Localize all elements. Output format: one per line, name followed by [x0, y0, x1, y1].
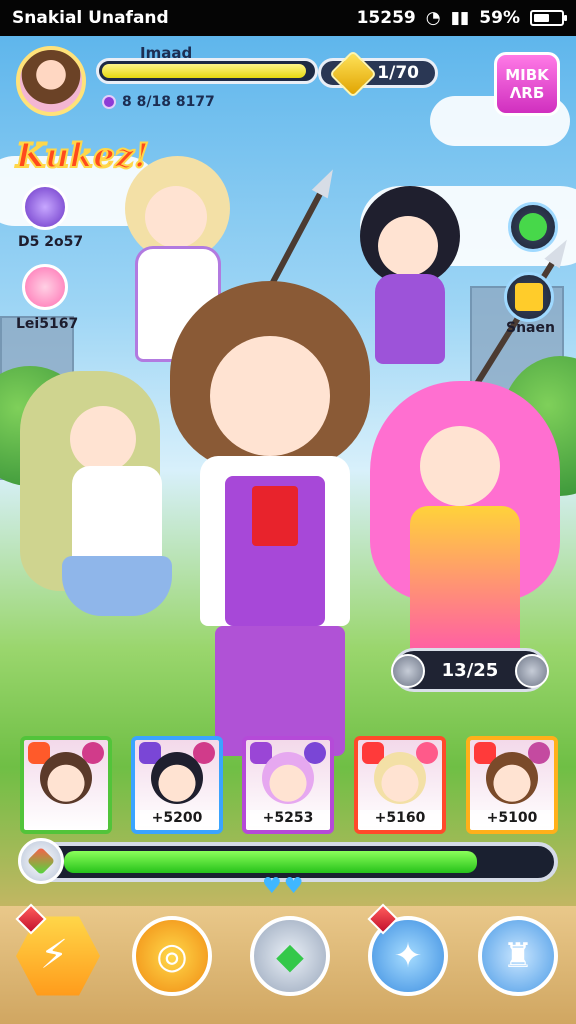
- character-body: [375, 274, 445, 364]
- party-card-3[interactable]: +5253: [242, 736, 334, 834]
- character-bow: [252, 486, 298, 546]
- xp-bar-fill: [102, 64, 306, 78]
- status-bar: Snakial Unafand 15259 ◔ ▮▮ 59%: [0, 0, 576, 36]
- carrier-label: Snakial Unafand: [12, 8, 169, 28]
- settings-button[interactable]: [508, 202, 558, 252]
- party-portrait: [486, 752, 538, 804]
- party-portrait: [374, 752, 426, 804]
- counter-right-icon[interactable]: [515, 654, 549, 688]
- crystal-button[interactable]: ◆: [250, 916, 330, 996]
- party-card-5[interactable]: +5100: [466, 736, 558, 834]
- shirt-icon: ♜: [502, 936, 534, 976]
- clock: 15259: [356, 8, 416, 28]
- player-avatar[interactable]: [16, 46, 86, 116]
- party-card-value: +5100: [470, 810, 554, 826]
- hearts-icon: ♥♥: [262, 874, 306, 899]
- side-label-1: D5 2o57: [18, 234, 84, 250]
- party-card-value: +5253: [246, 810, 330, 826]
- party-card-value: +5200: [135, 810, 219, 826]
- party-portrait: [262, 752, 314, 804]
- chart-icon: [515, 283, 543, 311]
- stats-label: Snaen: [506, 320, 555, 336]
- character-face: [210, 336, 330, 456]
- health-gem-icon: [18, 838, 64, 884]
- xp-bar: [96, 58, 318, 84]
- party-cards: +5200 +5253 +5160 +5100: [20, 736, 560, 836]
- sub-stats-label: 8 8/18 8177: [122, 94, 215, 110]
- crystal-icon: ◆: [276, 935, 304, 977]
- character-face: [145, 186, 207, 248]
- wave-counter: 13/25: [391, 648, 549, 692]
- game-logo: Kukez!: [15, 135, 150, 177]
- sub-stats: 8 8/18 8177: [102, 94, 215, 110]
- party-portrait: [40, 752, 92, 804]
- lightning-icon: ⚡: [40, 932, 69, 978]
- party-portrait: [151, 752, 203, 804]
- battery-fill: [534, 14, 550, 22]
- sword-icon: ✦: [393, 936, 423, 976]
- armor-button[interactable]: ♜: [478, 916, 558, 996]
- party-card-4[interactable]: +5160: [354, 736, 446, 834]
- battery-percent: 59%: [479, 8, 520, 28]
- counter-left-icon: [391, 654, 425, 688]
- signal-icon: ▮▮: [450, 8, 470, 28]
- gear-icon: [519, 213, 547, 241]
- skill-button[interactable]: ◎: [132, 916, 212, 996]
- side-character-2-icon[interactable]: [22, 264, 68, 310]
- side-label-2: Lei5167: [16, 316, 79, 332]
- party-card-1[interactable]: [20, 736, 112, 834]
- party-card-value: +5160: [358, 810, 442, 826]
- character-face: [378, 216, 438, 276]
- game-scene: Imaad 1/70 8 8/18 8177 MIBK ΛRБ Kukez! D…: [0, 36, 576, 1024]
- stats-button[interactable]: [504, 272, 554, 322]
- health-bar-fill: [64, 851, 477, 873]
- energy-icon: [102, 95, 116, 109]
- character-face: [420, 426, 500, 506]
- character-skirt: [62, 556, 172, 616]
- character-face: [70, 406, 136, 472]
- character-body: [72, 466, 162, 566]
- swirl-icon: ◎: [156, 935, 188, 977]
- wave-counter-value: 13/25: [441, 659, 499, 681]
- wifi-icon: ◔: [425, 8, 441, 28]
- side-character-1-icon[interactable]: [22, 184, 68, 230]
- currency-value: 1/70: [377, 63, 419, 83]
- shop-button[interactable]: MIBK ΛRБ: [494, 52, 560, 116]
- battery-icon: [530, 10, 567, 26]
- party-card-2[interactable]: +5200: [131, 736, 223, 834]
- character-body: [410, 506, 520, 656]
